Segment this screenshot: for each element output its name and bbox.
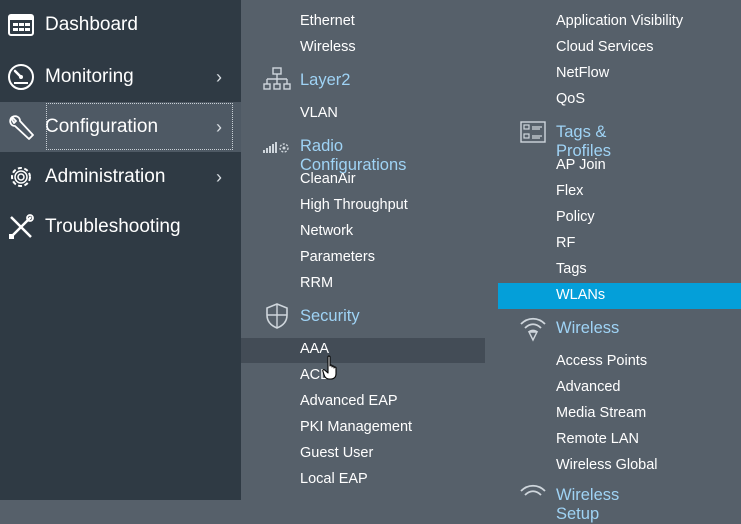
menu-item-advanced-eap[interactable]: Advanced EAP bbox=[300, 390, 398, 412]
menu-item-rrm[interactable]: RRM bbox=[300, 272, 333, 294]
gear-icon bbox=[11, 167, 31, 187]
menu-item-remote-lan[interactable]: Remote LAN bbox=[556, 428, 639, 450]
menu-item-wireless[interactable]: Wireless bbox=[300, 36, 356, 58]
menu-item-pki-management[interactable]: PKI Management bbox=[300, 416, 412, 438]
section-wireless-setup: Wireless Setup bbox=[518, 480, 619, 523]
layer2-icon bbox=[263, 67, 291, 90]
nav-item-troubleshooting[interactable]: Troubleshooting bbox=[0, 202, 241, 252]
menu-item-cleanair[interactable]: CleanAir bbox=[300, 168, 356, 190]
section-wireless: Wireless bbox=[518, 313, 619, 343]
menu-item-qos[interactable]: QoS bbox=[556, 88, 585, 110]
selected-highlight bbox=[498, 283, 741, 309]
section-security: Security bbox=[262, 301, 360, 331]
menu-item-wireless-global[interactable]: Wireless Global bbox=[556, 454, 658, 476]
wifi-setup-icon bbox=[520, 484, 546, 496]
wrench-icon bbox=[9, 115, 34, 140]
menu-item-ethernet[interactable]: Ethernet bbox=[300, 10, 355, 32]
nav-label-monitoring: Monitoring bbox=[45, 66, 134, 87]
menu-item-high-throughput[interactable]: High Throughput bbox=[300, 194, 408, 216]
menu-item-advanced[interactable]: Advanced bbox=[556, 376, 621, 398]
menu-item-flex[interactable]: Flex bbox=[556, 180, 583, 202]
menu-item-guest-user[interactable]: Guest User bbox=[300, 442, 373, 464]
section-title-security: Security bbox=[300, 307, 360, 325]
tools-icon bbox=[9, 214, 34, 239]
menu-item-cloud-services[interactable]: Cloud Services bbox=[556, 36, 654, 58]
section-layer2: Layer2 bbox=[262, 65, 350, 95]
nav-item-dashboard[interactable]: Dashboard bbox=[0, 0, 241, 50]
hover-highlight bbox=[241, 338, 485, 363]
wifi-icon bbox=[520, 317, 546, 342]
menu-item-vlan[interactable]: VLAN bbox=[300, 102, 338, 124]
section-title-wireless-setup: Wireless Setup bbox=[556, 486, 620, 523]
menu-item-ap-join[interactable]: AP Join bbox=[556, 154, 606, 176]
dashboard-icon bbox=[8, 14, 34, 36]
shield-icon bbox=[266, 303, 288, 329]
menu-item-local-eap[interactable]: Local EAP bbox=[300, 468, 368, 490]
chevron-right-icon: › bbox=[216, 166, 222, 187]
nav-label-administration: Administration bbox=[45, 166, 166, 187]
tags-profiles-icon bbox=[520, 121, 546, 143]
radio-signal-icon bbox=[263, 142, 289, 153]
nav-label-dashboard: Dashboard bbox=[45, 14, 138, 35]
menu-item-netflow[interactable]: NetFlow bbox=[556, 62, 609, 84]
main-nav: Dashboard Monitoring › Configuration › A… bbox=[0, 0, 241, 500]
menu-item-policy[interactable]: Policy bbox=[556, 206, 595, 228]
gauge-icon bbox=[8, 64, 34, 90]
hand-cursor-icon bbox=[322, 355, 337, 380]
chevron-right-icon: › bbox=[216, 66, 222, 87]
menu-item-parameters[interactable]: Parameters bbox=[300, 246, 375, 268]
menu-item-access-points[interactable]: Access Points bbox=[556, 350, 647, 372]
section-radio-configurations: Radio Configurations bbox=[262, 131, 406, 174]
section-title-wireless: Wireless bbox=[556, 319, 620, 337]
menu-item-tags[interactable]: Tags bbox=[556, 258, 587, 280]
focus-outline bbox=[46, 103, 233, 150]
menu-item-application-visibility[interactable]: Application Visibility bbox=[556, 10, 683, 32]
nav-item-configuration[interactable]: Configuration › bbox=[0, 102, 241, 152]
nav-item-administration[interactable]: Administration › bbox=[0, 152, 241, 202]
menu-item-rf[interactable]: RF bbox=[556, 232, 575, 254]
section-tags-profiles: Tags & Profiles bbox=[518, 117, 611, 160]
menu-item-media-stream[interactable]: Media Stream bbox=[556, 402, 646, 424]
nav-item-monitoring[interactable]: Monitoring › bbox=[0, 52, 241, 102]
menu-item-wlans[interactable]: WLANs bbox=[556, 284, 605, 306]
menu-item-network[interactable]: Network bbox=[300, 220, 353, 242]
nav-label-troubleshooting: Troubleshooting bbox=[45, 216, 181, 237]
section-title-layer2: Layer2 bbox=[300, 71, 351, 89]
